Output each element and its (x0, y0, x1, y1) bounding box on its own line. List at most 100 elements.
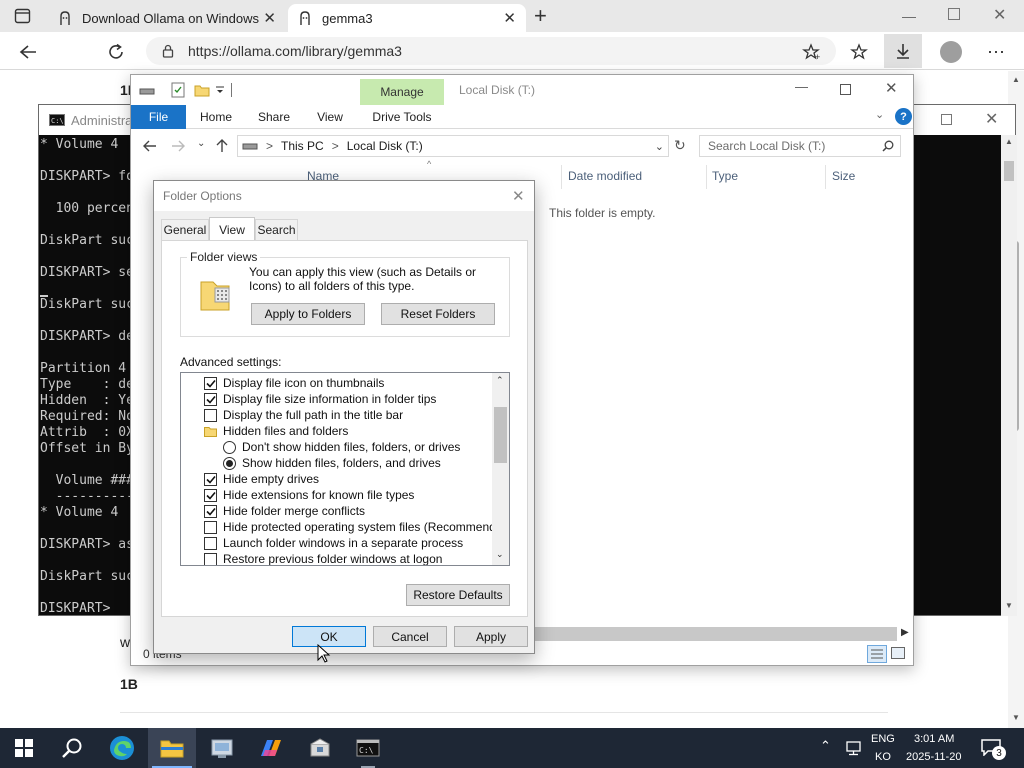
breadcrumb-this-pc[interactable]: This PC (281, 139, 324, 153)
customize-toolbar-icon[interactable] (215, 85, 225, 95)
address-dropdown-icon[interactable]: ⌄ (655, 140, 664, 153)
forward-arrow-icon[interactable] (171, 140, 185, 152)
recent-locations-icon[interactable]: ⌄ (197, 138, 205, 149)
setting-checkbox-row[interactable]: Launch folder windows in a separate proc… (204, 535, 463, 551)
checked-checkbox[interactable] (204, 472, 217, 486)
search-input[interactable]: Search Local Disk (T:) (699, 135, 901, 157)
cmd-scrollbar[interactable]: ▲ ▼ (1001, 135, 1017, 616)
start-button[interactable] (0, 728, 48, 768)
scroll-thumb[interactable] (1004, 161, 1014, 181)
tab-general[interactable]: General (161, 219, 209, 240)
clock-date[interactable]: 2025-11-20 (906, 751, 961, 763)
folder-options-dialog[interactable]: Folder Options ✕ General View Search Fol… (153, 180, 535, 654)
minimize-icon[interactable]: — (902, 8, 916, 24)
properties-icon[interactable] (171, 82, 185, 98)
column-header-type[interactable]: Type (712, 169, 738, 187)
unselected-radio[interactable] (223, 440, 236, 454)
taskbar-edge[interactable] (98, 728, 146, 768)
setting-checkbox-row[interactable]: Hide folder merge conflicts (204, 503, 365, 519)
clock-time[interactable]: 3:01 AM (914, 733, 954, 745)
selected-radio[interactable] (223, 456, 236, 470)
unchecked-checkbox[interactable] (204, 552, 217, 565)
back-icon[interactable] (16, 40, 40, 64)
new-tab-button[interactable]: + (534, 3, 547, 29)
add-favorite-icon[interactable]: + (800, 40, 824, 64)
column-header-date-modified[interactable]: Date modified (568, 169, 642, 187)
checked-checkbox[interactable] (204, 376, 217, 390)
setting-checkbox-row[interactable]: Hide empty drives (204, 471, 319, 487)
scroll-thumb[interactable] (494, 407, 507, 463)
expand-ribbon-icon[interactable]: ⌄ (875, 108, 884, 121)
restore-defaults-button[interactable]: Restore Defaults (406, 584, 510, 606)
taskbar-copilot[interactable] (246, 728, 294, 768)
taskbar-search-button[interactable] (48, 728, 96, 768)
restore-icon[interactable] (948, 8, 960, 20)
notification-center-button[interactable]: 3 (980, 738, 1010, 760)
apply-to-folders-button[interactable]: Apply to Folders (251, 303, 365, 325)
ribbon-tab-share[interactable]: Share (251, 105, 297, 129)
manage-tab[interactable]: Manage (360, 79, 444, 105)
scroll-down-arrow-icon[interactable]: ⌄ (496, 549, 504, 560)
reset-folders-button[interactable]: Reset Folders (381, 303, 495, 325)
tab-gemma3[interactable]: gemma3 ✕ (288, 4, 526, 32)
close-icon[interactable]: ✕ (885, 79, 898, 97)
setting-radio-row[interactable]: Show hidden files, folders, and drives (223, 455, 441, 471)
breadcrumb-local-disk[interactable]: Local Disk (T:) (347, 139, 423, 153)
cmd-close-icon[interactable]: ✕ (985, 109, 998, 129)
settings-scrollbar[interactable]: ⌃ ⌄ (492, 373, 509, 565)
unchecked-checkbox[interactable] (204, 408, 217, 422)
input-language-top[interactable]: ENG (871, 733, 895, 745)
advanced-settings-list[interactable]: Display file icon on thumbnails Display f… (180, 372, 510, 566)
ribbon-tab-home[interactable]: Home (193, 105, 239, 129)
close-tab-icon[interactable]: ✕ (503, 9, 516, 27)
setting-radio-row[interactable]: Don't show hidden files, folders, or dri… (223, 439, 460, 455)
breadcrumb[interactable]: > This PC > Local Disk (T:) ⌄ (237, 135, 669, 157)
taskbar-control-panel[interactable] (198, 728, 246, 768)
taskbar-terminal[interactable]: C:\ (344, 728, 392, 768)
setting-checkbox-row[interactable]: Display the full path in the title bar (204, 407, 403, 423)
explorer-titlebar[interactable]: Manage Local Disk (T:) — ✕ (131, 75, 913, 105)
scroll-up-arrow-icon[interactable]: ▲ (1005, 137, 1013, 146)
new-folder-icon[interactable] (194, 83, 210, 97)
refresh-icon[interactable] (104, 40, 128, 64)
setting-checkbox-row[interactable]: Restore previous folder windows at logon (204, 551, 442, 565)
network-icon[interactable] (845, 740, 863, 756)
details-view-icon[interactable] (867, 645, 887, 663)
help-icon[interactable]: ? (895, 108, 912, 125)
scroll-down-arrow-icon[interactable]: ▼ (1012, 713, 1020, 722)
cmd-maximize-icon[interactable] (941, 114, 952, 125)
favorites-icon[interactable] (848, 40, 872, 64)
taskbar-file-explorer[interactable] (148, 728, 196, 768)
refresh-icon[interactable]: ↻ (674, 137, 686, 154)
unchecked-checkbox[interactable] (204, 536, 217, 550)
column-header-size[interactable]: Size (832, 169, 855, 187)
back-arrow-icon[interactable] (143, 140, 157, 152)
maximize-icon[interactable] (840, 84, 851, 95)
scroll-up-arrow-icon[interactable]: ▲ (1012, 75, 1020, 84)
dialog-titlebar[interactable]: Folder Options (154, 181, 534, 211)
cancel-button[interactable]: Cancel (373, 626, 447, 647)
setting-checkbox-row[interactable]: Hide protected operating system files (R… (204, 519, 509, 535)
show-hidden-icons-icon[interactable]: ⌃ (820, 738, 831, 754)
tab-view[interactable]: View (209, 217, 255, 241)
scroll-up-arrow-icon[interactable]: ⌃ (496, 375, 504, 386)
ribbon-tab-file[interactable]: File (131, 105, 186, 129)
profile-avatar[interactable] (940, 41, 962, 63)
dialog-close-icon[interactable]: ✕ (512, 187, 525, 205)
apply-button[interactable]: Apply (454, 626, 528, 647)
setting-checkbox-row[interactable]: Display file icon on thumbnails (204, 375, 384, 391)
unchecked-checkbox[interactable] (204, 520, 217, 534)
checked-checkbox[interactable] (204, 504, 217, 518)
minimize-icon[interactable]: — (795, 79, 808, 94)
setting-checkbox-row[interactable]: Hide extensions for known file types (204, 487, 414, 503)
taskbar-installer[interactable] (296, 728, 344, 768)
downloads-icon[interactable] (884, 34, 922, 68)
tab-download-ollama[interactable]: Download Ollama on Windows ✕ (48, 4, 286, 32)
ribbon-tab-drive-tools[interactable]: Drive Tools (365, 105, 439, 129)
address-bar[interactable]: https://ollama.com/library/gemma3 (146, 37, 836, 65)
close-tab-icon[interactable]: ✕ (263, 9, 276, 27)
scroll-down-arrow-icon[interactable]: ▼ (1005, 601, 1013, 610)
up-arrow-icon[interactable] (216, 139, 228, 153)
tab-search[interactable]: Search (255, 219, 298, 240)
setting-checkbox-row[interactable]: Display file size information in folder … (204, 391, 436, 407)
